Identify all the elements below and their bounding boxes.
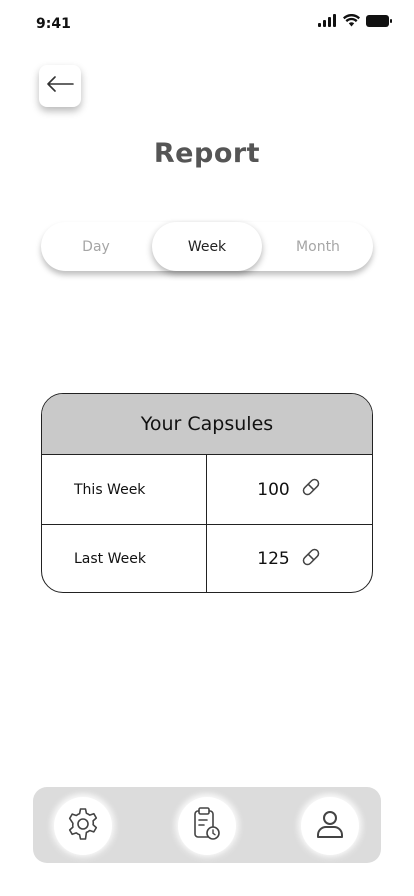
table-title: Your Capsules — [42, 394, 372, 455]
row-value: 125 — [257, 549, 290, 569]
capsules-table: Your Capsules This Week 100 Last Week 12… — [41, 393, 373, 593]
tab-month[interactable]: Month — [263, 222, 373, 271]
row-value: 100 — [257, 479, 290, 500]
row-value-cell: 125 — [207, 525, 372, 592]
battery-icon — [366, 14, 392, 27]
tab-week[interactable]: Week — [152, 222, 262, 271]
nav-settings-button[interactable] — [54, 797, 112, 855]
clipboard-clock-icon — [190, 806, 224, 846]
wifi-icon — [343, 14, 360, 27]
page-title: Report — [153, 138, 261, 169]
status-time: 9:41 — [36, 16, 71, 32]
arrow-left-icon — [46, 76, 74, 96]
back-button[interactable] — [39, 65, 81, 107]
period-selector: Day Month Week — [41, 222, 373, 271]
table-row: This Week 100 — [42, 455, 372, 524]
signal-icon — [318, 14, 337, 27]
bottom-nav — [33, 787, 381, 863]
row-label: This Week — [42, 455, 207, 524]
nav-profile-button[interactable] — [301, 797, 359, 855]
tab-day[interactable]: Day — [41, 222, 151, 271]
row-label: Last Week — [42, 525, 207, 592]
gear-icon — [65, 806, 101, 846]
pill-icon — [300, 546, 322, 573]
row-value-cell: 100 — [207, 455, 372, 524]
user-icon — [313, 807, 347, 845]
status-icons — [318, 14, 392, 27]
table-row: Last Week 125 — [42, 524, 372, 592]
nav-report-button[interactable] — [178, 797, 236, 855]
pill-icon — [300, 476, 322, 503]
